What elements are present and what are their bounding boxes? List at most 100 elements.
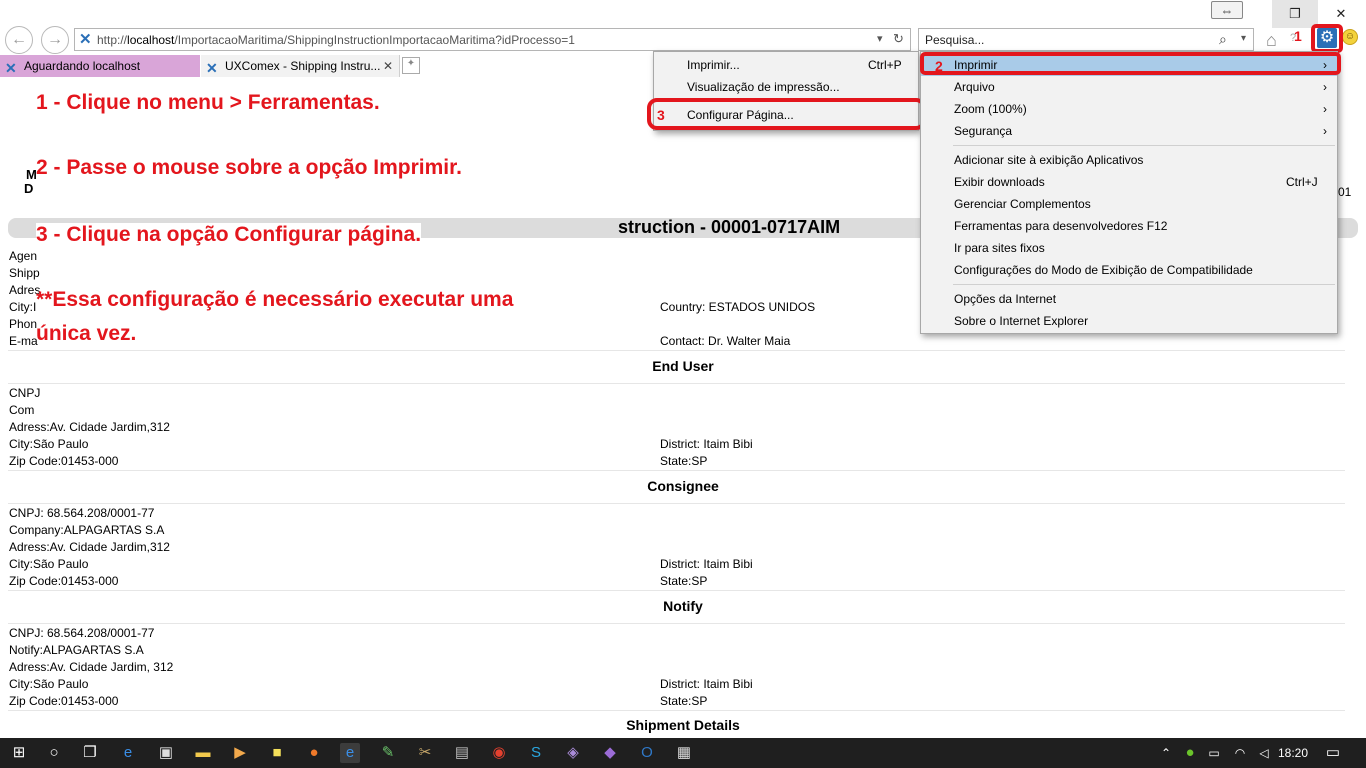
divider (8, 470, 1345, 471)
menu-item-imprimir-dialog[interactable]: Imprimir... Ctrl+P (654, 54, 918, 76)
menu-item-ferramentas-desenvolvedores[interactable]: Ferramentas para desenvolvedores F12 (921, 215, 1337, 237)
app-icon[interactable]: ▦ (674, 743, 694, 763)
address-dropdown-icon[interactable]: ▾ (877, 32, 883, 45)
tab-size-icon[interactable]: ⇔ (1211, 1, 1243, 19)
end-user-company: Com (9, 403, 35, 417)
divider (8, 383, 1345, 384)
arrow-left-icon: ← (11, 31, 27, 48)
feedback-smiley-icon[interactable]: ☺ (1342, 29, 1358, 45)
tray-app-icon[interactable]: ● (1180, 743, 1200, 763)
consignee-adress: Adress:Av. Cidade Jardim,312 (9, 540, 170, 554)
new-tab-button[interactable]: ✦ (402, 57, 420, 74)
menu-item-sites-fixos[interactable]: Ir para sites fixos (921, 237, 1337, 259)
menu-item-adicionar-site[interactable]: Adicionar site à exibição Aplicativos (921, 149, 1337, 171)
task-view-icon[interactable]: ❐ (80, 743, 100, 763)
app-icon[interactable]: ✎ (378, 743, 398, 763)
tab-favicon-icon: ✕ (206, 60, 218, 76)
menu-item-sobre-ie[interactable]: Sobre o Internet Explorer (921, 310, 1337, 332)
tools-menu: Imprimir › Arquivo › Zoom (100%) › Segur… (920, 51, 1338, 334)
taskbar: ⊞ ○ ❐ e ▣ ▬ ▶ ■ ● e ✎ ✂ ▤ ◉ S ◈ ◆ O ▦ ⌃ … (0, 738, 1366, 768)
consignee-cnpj: CNPJ: 68.564.208/0001-77 (9, 506, 155, 520)
menu-separator (953, 145, 1335, 146)
address-bar[interactable]: ✕ http://localhost/ImportacaoMaritima/Sh… (74, 28, 911, 51)
menu-item-gerenciar-complementos[interactable]: Gerenciar Complementos (921, 193, 1337, 215)
notifications-icon[interactable]: ▭ (1323, 743, 1343, 763)
network-icon[interactable]: ▭ (1204, 743, 1224, 763)
outlook-icon[interactable]: O (637, 743, 657, 763)
search-box[interactable]: Pesquisa... ⌕ ▾ (918, 28, 1254, 51)
file-explorer-icon[interactable]: ▬ (193, 743, 213, 763)
divider (8, 350, 1345, 351)
menu-item-opcoes-internet[interactable]: Opções da Internet (921, 288, 1337, 310)
marker-3: 3 (657, 107, 665, 123)
sticky-notes-icon[interactable]: ■ (267, 743, 287, 763)
taskbar-clock[interactable]: 18:20 (1278, 746, 1308, 760)
wifi-icon[interactable]: ◠ (1230, 743, 1250, 763)
menu-item-seguranca[interactable]: Segurança › (921, 120, 1337, 142)
media-player-icon[interactable]: ▶ (230, 743, 250, 763)
consignee-district: District: Itaim Bibi (660, 557, 753, 571)
cortana-icon[interactable]: ○ (44, 743, 64, 763)
end-user-state: State:SP (660, 454, 708, 468)
search-icon[interactable]: ⌕ (1219, 31, 1227, 48)
marker-1: 1 (1294, 28, 1302, 44)
menu-item-zoom[interactable]: Zoom (100%) › (921, 98, 1337, 120)
header-fragment-d: D (24, 181, 34, 196)
agent-country: Country: ESTADOS UNIDOS (660, 300, 816, 314)
consignee-state: State:SP (660, 574, 708, 588)
chevron-up-icon[interactable]: ⌃ (1156, 743, 1176, 763)
internet-explorer-icon[interactable]: e (340, 743, 360, 763)
chrome-icon[interactable]: ◉ (489, 743, 509, 763)
marker-2: 2 (935, 58, 943, 74)
notify-state: State:SP (660, 694, 708, 708)
agent-fragment: City:I (9, 300, 37, 314)
close-tab-icon[interactable]: ✕ (383, 55, 393, 77)
consignee-zip: Zip Code:01453-000 (9, 574, 119, 588)
agent-fragment: E-ma (9, 334, 38, 348)
section-consignee: Consignee (647, 478, 719, 494)
app-icon[interactable]: ✂ (415, 743, 435, 763)
end-user-zip: Zip Code:01453-000 (9, 454, 119, 468)
notify-zip: Zip Code:01453-000 (9, 694, 119, 708)
end-user-cnpj: CNPJ (9, 386, 41, 400)
notify-name: Notify:ALPAGARTAS S.A (9, 643, 144, 657)
back-button[interactable]: ← (5, 26, 33, 54)
header-fragment-right: 01 (1338, 185, 1352, 199)
edge-icon[interactable]: e (118, 743, 138, 763)
volume-icon[interactable]: ◁ (1254, 743, 1274, 763)
search-input[interactable]: Pesquisa... (925, 33, 984, 47)
app-icon[interactable]: ◈ (563, 743, 583, 763)
highlight-box-imprimir (920, 52, 1341, 75)
instruction-note-line1: **Essa configuração é necessário executa… (36, 288, 514, 311)
store-icon[interactable]: ▣ (156, 743, 176, 763)
divider (8, 623, 1345, 624)
windows-start-icon[interactable]: ⊞ (9, 743, 29, 763)
tab-label: UXComex - Shipping Instru... (225, 59, 381, 73)
restore-window-button[interactable]: ❐ (1272, 0, 1318, 28)
highlight-box-gear (1311, 24, 1343, 53)
menu-item-arquivo[interactable]: Arquivo › (921, 76, 1337, 98)
app-icon[interactable]: ▤ (452, 743, 472, 763)
tab-aguardando[interactable]: ✕ Aguardando localhost (0, 55, 200, 77)
section-notify: Notify (663, 598, 703, 614)
notify-district: District: Itaim Bibi (660, 677, 753, 691)
search-dropdown-icon[interactable]: ▾ (1241, 33, 1246, 44)
agent-contact: Contact: Dr. Walter Maia (660, 334, 791, 348)
address-url[interactable]: http://localhost/ImportacaoMaritima/Ship… (97, 33, 575, 47)
section-end-user: End User (652, 358, 714, 374)
menu-item-compatibilidade[interactable]: Configurações do Modo de Exibição de Com… (921, 259, 1337, 281)
home-icon[interactable]: ⌂ (1266, 30, 1277, 51)
section-shipment-details: Shipment Details (626, 717, 740, 733)
firefox-icon[interactable]: ● (304, 743, 324, 763)
menu-item-exibir-downloads[interactable]: Exibir downloads Ctrl+J (921, 171, 1337, 193)
divider (8, 710, 1345, 711)
skype-icon[interactable]: S (526, 743, 546, 763)
visual-studio-icon[interactable]: ◆ (600, 743, 620, 763)
tab-uxcomex[interactable]: ✕ UXComex - Shipping Instru... ✕ (201, 55, 400, 77)
instruction-step-1: 1 - Clique no menu > Ferramentas. (36, 91, 380, 115)
forward-button[interactable]: → (41, 26, 69, 54)
refresh-icon[interactable]: ↻ (893, 31, 904, 47)
site-favicon-icon: ✕ (79, 31, 92, 48)
menu-item-visualizacao-impressao[interactable]: Visualização de impressão... (654, 76, 918, 98)
divider (8, 503, 1345, 504)
